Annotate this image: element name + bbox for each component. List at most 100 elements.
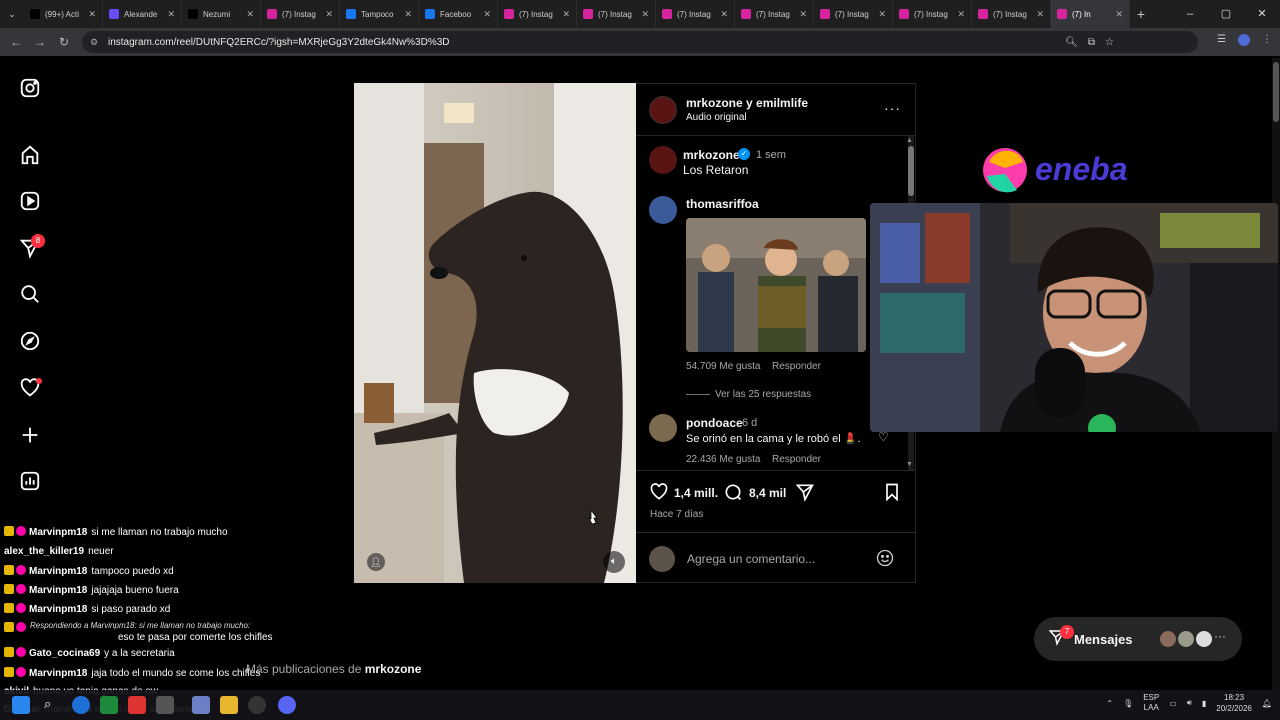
reload-button[interactable]: ↻ bbox=[52, 35, 76, 49]
menu-icon[interactable]: ⋮ bbox=[1262, 34, 1272, 46]
chat-username[interactable]: Marvinpm18 bbox=[29, 527, 87, 538]
profile-avatar[interactable] bbox=[1238, 34, 1250, 46]
browser-tab[interactable]: (7) In ✕ bbox=[1051, 0, 1130, 28]
mute-button[interactable]: 🔈︎ bbox=[603, 551, 625, 573]
chat-username[interactable]: Marvinpm18 bbox=[29, 604, 87, 615]
browser-tab[interactable]: (7) Instag ✕ bbox=[498, 0, 577, 28]
back-button[interactable]: ← bbox=[4, 35, 28, 49]
caption-username[interactable]: mrkozone bbox=[683, 148, 740, 162]
reply-button[interactable]: Responder bbox=[772, 361, 821, 372]
close-tab-icon[interactable]: ✕ bbox=[1036, 9, 1044, 20]
clock[interactable]: 18:23 20/2/2026 bbox=[1216, 692, 1252, 714]
scroll-down-icon[interactable]: ▼ bbox=[906, 461, 913, 468]
address-bar[interactable]: ⚙ instagram.com/reel/DUtNFQ2ERCc/?igsh=M… bbox=[82, 31, 1198, 53]
close-window-button[interactable]: ✕ bbox=[1244, 0, 1280, 28]
forward-button[interactable]: → bbox=[28, 35, 52, 49]
like-heart-icon[interactable] bbox=[649, 482, 669, 507]
close-tab-icon[interactable]: ✕ bbox=[957, 9, 965, 20]
like-comment-heart-icon[interactable]: ♡ bbox=[878, 430, 889, 444]
bookmark-star-icon[interactable]: ☆ bbox=[1105, 37, 1114, 48]
comment-username[interactable]: thomasriffoa bbox=[686, 197, 759, 211]
more-options-icon[interactable]: ··· bbox=[884, 100, 901, 116]
browser-tab[interactable]: (99+) Acti ✕ bbox=[24, 0, 103, 28]
comment-username[interactable]: pondoace bbox=[686, 416, 743, 430]
comment-input[interactable]: Agrega un comentario... bbox=[687, 552, 815, 566]
close-tab-icon[interactable]: ✕ bbox=[404, 9, 412, 20]
close-tab-icon[interactable]: ✕ bbox=[641, 9, 649, 20]
browser-tab[interactable]: Tampoco ✕ bbox=[340, 0, 419, 28]
mic-icon[interactable]: 🎙︎ bbox=[1123, 699, 1133, 708]
app-icon[interactable] bbox=[156, 696, 174, 714]
dashboard-icon[interactable] bbox=[18, 469, 42, 493]
browser-tab[interactable]: Nezumi ✕ bbox=[182, 0, 261, 28]
xbox-icon[interactable] bbox=[100, 696, 118, 714]
chat-username[interactable]: alex_the_killer19 bbox=[4, 546, 84, 557]
chat-username[interactable]: Marvinpm18 bbox=[29, 668, 87, 679]
language-indicator[interactable]: ESP LAA bbox=[1143, 693, 1159, 713]
messages-button[interactable]: Mensajes ··· bbox=[1034, 617, 1242, 661]
comment-bubble-icon[interactable] bbox=[723, 482, 743, 507]
edge-icon[interactable] bbox=[72, 696, 90, 714]
volume-icon[interactable]: 🔊︎ bbox=[1187, 698, 1192, 708]
home-icon[interactable] bbox=[18, 143, 42, 167]
reels-icon[interactable] bbox=[18, 189, 42, 213]
close-tab-icon[interactable]: ✕ bbox=[325, 9, 333, 20]
search-icon[interactable] bbox=[18, 282, 42, 306]
tagged-users-button[interactable]: 👤︎ bbox=[367, 553, 385, 571]
chat-username[interactable]: Marvinpm18 bbox=[29, 585, 87, 596]
comment-avatar[interactable] bbox=[649, 196, 677, 224]
chevron-up-icon[interactable]: ⌃ bbox=[1106, 699, 1113, 708]
windows-start-icon[interactable] bbox=[12, 696, 30, 714]
obs-icon[interactable] bbox=[248, 696, 266, 714]
reading-list-icon[interactable]: ☰ bbox=[1217, 34, 1226, 46]
battery-icon[interactable]: ▮ bbox=[1202, 699, 1206, 708]
caption-avatar[interactable] bbox=[649, 146, 677, 174]
discord-icon[interactable] bbox=[278, 696, 296, 714]
new-tab-button[interactable]: + bbox=[1130, 6, 1152, 22]
save-bookmark-icon[interactable] bbox=[882, 482, 902, 507]
comment-likes[interactable]: 22.436 Me gusta bbox=[686, 454, 761, 465]
close-tab-icon[interactable]: ✕ bbox=[246, 9, 254, 20]
chat-username[interactable]: Marvinpm18 bbox=[29, 566, 87, 577]
emoji-icon[interactable] bbox=[875, 548, 895, 573]
more-posts-user[interactable]: mrkozone bbox=[365, 662, 422, 676]
share-send-icon[interactable] bbox=[795, 482, 815, 507]
browser-tab[interactable]: Faceboo ✕ bbox=[419, 0, 498, 28]
view-replies-button[interactable]: Ver las 25 respuestas bbox=[715, 389, 811, 400]
browser-tab[interactable]: (7) Instag ✕ bbox=[735, 0, 814, 28]
browser-tab[interactable]: (7) Instag ✕ bbox=[814, 0, 893, 28]
close-tab-icon[interactable]: ✕ bbox=[720, 9, 728, 20]
app-icon[interactable] bbox=[192, 696, 210, 714]
likes-count[interactable]: 1,4 mill. bbox=[674, 486, 718, 500]
comment-likes[interactable]: 54.709 Me gusta bbox=[686, 361, 761, 372]
chrome-icon[interactable] bbox=[128, 696, 146, 714]
minimize-button[interactable]: – bbox=[1172, 0, 1208, 28]
browser-tab[interactable]: (7) Instag ✕ bbox=[261, 0, 340, 28]
display-icon[interactable]: ▭ bbox=[1169, 699, 1177, 708]
site-info-icon[interactable]: ⚙ bbox=[90, 37, 100, 47]
comments-count[interactable]: 8,4 mil bbox=[749, 486, 786, 500]
close-tab-icon[interactable]: ✕ bbox=[878, 9, 886, 20]
header-audio[interactable]: Audio original bbox=[686, 112, 747, 123]
browser-tab[interactable]: (7) Instag ✕ bbox=[893, 0, 972, 28]
close-tab-icon[interactable]: ✕ bbox=[483, 9, 491, 20]
scroll-up-icon[interactable]: ▲ bbox=[906, 137, 913, 144]
browser-tab[interactable]: Alexande ✕ bbox=[103, 0, 182, 28]
author-avatar[interactable] bbox=[649, 96, 677, 124]
close-tab-icon[interactable]: ✕ bbox=[167, 9, 175, 20]
maximize-button[interactable]: ▢ bbox=[1208, 0, 1244, 28]
comment-avatar[interactable] bbox=[649, 414, 677, 442]
create-plus-icon[interactable] bbox=[18, 423, 42, 447]
chat-username[interactable]: Gato_cocina69 bbox=[29, 648, 100, 659]
close-tab-icon[interactable]: ✕ bbox=[1115, 9, 1123, 20]
close-tab-icon[interactable]: ✕ bbox=[88, 9, 96, 20]
tab-search-button[interactable]: ⌄ bbox=[0, 0, 24, 28]
reply-button[interactable]: Responder bbox=[772, 454, 821, 465]
explore-compass-icon[interactable] bbox=[18, 329, 42, 353]
browser-tab[interactable]: (7) Instag ✕ bbox=[577, 0, 656, 28]
search-icon[interactable]: ⌕ bbox=[44, 696, 51, 712]
zoom-icon[interactable]: 🔍︎ bbox=[1065, 37, 1078, 48]
close-tab-icon[interactable]: ✕ bbox=[562, 9, 570, 20]
browser-tab[interactable]: (7) Instag ✕ bbox=[656, 0, 735, 28]
instagram-logo-icon[interactable] bbox=[18, 76, 42, 100]
